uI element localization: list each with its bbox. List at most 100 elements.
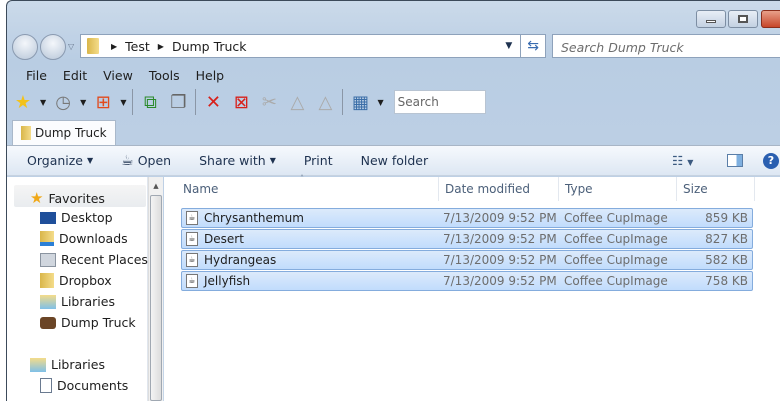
maximize-button[interactable] — [728, 10, 758, 28]
help-icon[interactable]: ? — [763, 152, 779, 169]
organize-label: Organize — [27, 153, 83, 168]
file-row[interactable]: ☕ Hydrangeas 7/13/2009 9:52 PM Coffee Cu… — [181, 250, 753, 270]
column-size[interactable]: Size — [677, 177, 755, 201]
nav-recent-places[interactable]: Recent Places — [40, 252, 148, 267]
search-input[interactable]: Search Dump Truck — [552, 34, 780, 58]
nav-label: Downloads — [59, 231, 128, 246]
file-type: Coffee CupImage — [564, 253, 668, 267]
redo-icon[interactable]: △ — [314, 91, 336, 113]
clock-icon[interactable]: ◷ — [52, 91, 74, 113]
tab-label: Dump Truck — [35, 126, 107, 140]
file-name: Chrysanthemum — [204, 211, 304, 225]
file-type: Coffee CupImage — [564, 274, 668, 288]
file-date: 7/13/2009 9:52 PM — [443, 274, 557, 288]
nav-scrollbar[interactable]: ▲ — [148, 177, 163, 401]
coffee-cup-file-icon: ☕ — [186, 211, 198, 225]
libraries-icon — [30, 357, 46, 372]
menu-file[interactable]: File — [18, 68, 55, 83]
file-row[interactable]: ☕ Desert 7/13/2009 9:52 PM Coffee CupIma… — [181, 229, 753, 249]
back-button[interactable] — [12, 34, 38, 60]
open-label: Open — [137, 153, 172, 168]
file-size: 859 KB — [705, 211, 748, 225]
menu-bar: File Edit View Tools Help — [18, 68, 232, 83]
organize-button[interactable]: Organize ▼ — [7, 153, 107, 168]
scroll-thumb[interactable] — [150, 195, 162, 401]
recent-pages-dropdown[interactable]: ▽ — [68, 42, 74, 51]
toolbar: ★ ▼ ◷ ▼ ⊞ ▼ ⧉ ❐ ✕ ⊠ ✂ △ △ ▦ ▼ Search — [12, 88, 486, 116]
menu-edit[interactable]: Edit — [55, 68, 95, 83]
nav-dump-truck[interactable]: Dump Truck — [40, 315, 136, 330]
tab-dump-truck[interactable]: Dump Truck — [12, 120, 116, 145]
column-date[interactable]: Date modified — [439, 177, 559, 201]
menu-help[interactable]: Help — [188, 68, 233, 83]
address-dropdown-icon[interactable]: ▼ — [497, 35, 522, 57]
file-date: 7/13/2009 9:52 PM — [443, 253, 557, 267]
nav-label: Libraries — [51, 357, 105, 372]
new-folder-button[interactable]: New folder — [347, 153, 443, 168]
menu-tools[interactable]: Tools — [141, 68, 188, 83]
nav-label: Documents — [57, 378, 129, 393]
coffee-cup-icon: ☕ — [121, 152, 134, 169]
column-name[interactable]: Name — [177, 177, 439, 201]
refresh-icon[interactable]: ⇆ — [521, 38, 545, 54]
share-with-button[interactable]: Share with ▼ — [185, 153, 290, 168]
folder-icon — [40, 273, 54, 288]
coffee-cup-file-icon: ☕ — [186, 253, 198, 267]
share-label: Share with — [199, 153, 266, 168]
command-bar: Organize ▼ ☕ Open Share with ▼ Print New fo… — [7, 145, 780, 176]
breadcrumb-test[interactable]: Test — [125, 39, 150, 54]
downloads-icon — [40, 231, 54, 246]
star-icon: ★ — [30, 189, 44, 207]
address-bar[interactable]: ▶ Test ▶ Dump Truck ▼ ⇆ — [80, 34, 546, 58]
file-date: 7/13/2009 9:52 PM — [443, 211, 557, 225]
open-button[interactable]: ☕ Open — [107, 153, 185, 169]
view-options-icon[interactable]: ☷ ▼ — [672, 153, 693, 168]
move-window-icon[interactable]: ⧉ — [139, 91, 161, 113]
forward-button[interactable] — [40, 34, 66, 60]
nav-downloads[interactable]: Downloads — [40, 231, 128, 246]
view-icon[interactable]: ▦ — [349, 91, 371, 113]
star-icon[interactable]: ★ — [12, 91, 34, 113]
preview-pane-icon[interactable] — [727, 154, 743, 167]
scroll-up-icon[interactable]: ▲ — [149, 182, 163, 190]
nav-libraries[interactable]: Libraries — [40, 294, 115, 309]
dump-truck-icon — [40, 316, 56, 329]
folder-icon — [87, 38, 99, 54]
breadcrumb-arrow-icon: ▶ — [111, 41, 118, 51]
desktop-icon — [40, 211, 56, 224]
nav-desktop[interactable]: Desktop — [40, 210, 113, 225]
libraries-icon — [40, 294, 56, 309]
favorites-label: Favorites — [48, 190, 105, 206]
file-size: 827 KB — [705, 232, 748, 246]
nav-libraries-root[interactable]: Libraries — [30, 357, 105, 372]
toolbar-search-input[interactable]: Search — [393, 90, 486, 114]
undo-icon[interactable]: △ — [286, 91, 308, 113]
coffee-cup-file-icon: ☕ — [186, 274, 198, 288]
nav-favorites[interactable]: ★ Favorites — [30, 189, 105, 207]
file-type: Coffee CupImage — [564, 232, 668, 246]
file-name: Jellyfish — [204, 274, 251, 288]
column-type[interactable]: Type — [559, 177, 677, 201]
nav-dropbox[interactable]: Dropbox — [40, 273, 112, 288]
close-window-icon[interactable]: ⊠ — [230, 91, 252, 113]
file-row[interactable]: ☕ Jellyfish 7/13/2009 9:52 PM Coffee Cup… — [181, 271, 753, 291]
breadcrumb-arrow-icon: ▶ — [157, 41, 164, 51]
file-size: 758 KB — [705, 274, 748, 288]
minimize-button[interactable] — [696, 10, 726, 28]
recent-places-icon — [40, 252, 56, 267]
copy-window-icon[interactable]: ❐ — [167, 91, 189, 113]
file-size: 582 KB — [705, 253, 748, 267]
cut-icon[interactable]: ✂ — [258, 91, 280, 113]
file-date: 7/13/2009 9:52 PM — [443, 232, 557, 246]
menu-view[interactable]: View — [95, 68, 141, 83]
file-type: Coffee CupImage — [564, 211, 668, 225]
breadcrumb-dump-truck[interactable]: Dump Truck — [172, 39, 247, 54]
file-row[interactable]: ☕ Chrysanthemum 7/13/2009 9:52 PM Coffee… — [181, 208, 753, 228]
windows-logo-icon[interactable]: ⊞ — [92, 91, 114, 113]
delete-icon[interactable]: ✕ — [202, 91, 224, 113]
print-button[interactable]: Print — [290, 153, 347, 168]
nav-label: Dropbox — [59, 273, 112, 288]
file-name: Hydrangeas — [204, 253, 277, 267]
nav-documents[interactable]: Documents — [40, 378, 128, 393]
close-button[interactable] — [761, 10, 780, 28]
